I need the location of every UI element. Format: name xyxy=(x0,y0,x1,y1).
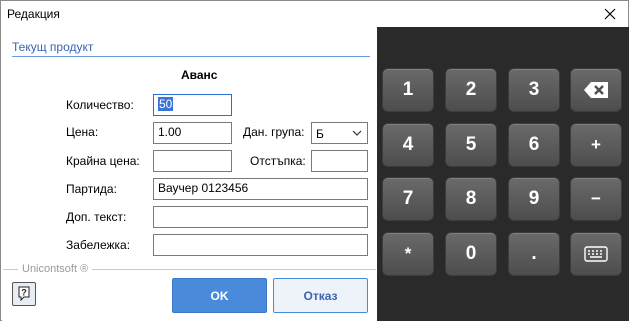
tax-group-label: Дан. група: xyxy=(243,125,305,139)
keyboard-icon xyxy=(584,246,608,262)
title-bar: Редакция xyxy=(1,1,628,27)
edit-dialog: Редакция Текущ продукт Аванс Количество:… xyxy=(0,0,629,321)
key-asterisk[interactable]: * xyxy=(382,232,434,276)
price-field[interactable]: 1.00 xyxy=(153,122,232,144)
key-7[interactable]: 7 xyxy=(382,177,434,221)
quantity-field[interactable]: 50 xyxy=(153,94,232,116)
tax-group-value: Б xyxy=(316,127,324,141)
numeric-keypad: 1 2 3 4 5 6 + 7 8 9 − * 0 . xyxy=(377,27,629,321)
key-4[interactable]: 4 xyxy=(382,123,434,167)
key-5[interactable]: 5 xyxy=(445,123,497,167)
key-8[interactable]: 8 xyxy=(445,177,497,221)
batch-value: Ваучер 0123456 xyxy=(158,181,249,195)
key-3[interactable]: 3 xyxy=(508,68,560,112)
final-price-field[interactable] xyxy=(153,150,232,172)
key-plus[interactable]: + xyxy=(570,123,622,167)
current-product-link[interactable]: Текущ продукт xyxy=(12,40,93,54)
discount-label: Отстъпка: xyxy=(250,154,306,168)
discount-field[interactable] xyxy=(311,150,368,172)
help-icon: ? xyxy=(18,286,30,302)
batch-label: Партида: xyxy=(66,182,117,196)
key-dot[interactable]: . xyxy=(508,232,560,276)
divider xyxy=(12,56,370,57)
extra-text-field[interactable] xyxy=(153,206,368,228)
key-6[interactable]: 6 xyxy=(508,123,560,167)
note-field[interactable] xyxy=(153,234,368,256)
note-label: Забележка: xyxy=(66,238,131,252)
price-label: Цена: xyxy=(66,125,99,139)
keyboard-key[interactable] xyxy=(570,232,622,276)
svg-text:?: ? xyxy=(21,288,27,298)
key-0[interactable]: 0 xyxy=(445,232,497,276)
key-9[interactable]: 9 xyxy=(508,177,560,221)
backspace-key[interactable] xyxy=(570,68,622,112)
quantity-value: 50 xyxy=(158,97,174,111)
extra-text-label: Доп. текст: xyxy=(66,210,127,224)
tax-group-select[interactable]: Б xyxy=(311,122,368,144)
window-title: Редакция xyxy=(7,7,60,21)
price-value: 1.00 xyxy=(158,125,182,139)
final-price-label: Крайна цена: xyxy=(66,154,140,168)
close-button[interactable] xyxy=(596,2,624,26)
chevron-down-icon xyxy=(352,130,362,136)
form-pane: Текущ продукт Аванс Количество: 50 Цена:… xyxy=(2,27,377,321)
key-1[interactable]: 1 xyxy=(382,68,434,112)
help-button[interactable]: ? xyxy=(12,282,36,306)
backspace-icon xyxy=(584,82,608,98)
key-minus[interactable]: − xyxy=(570,177,622,221)
close-icon xyxy=(604,8,616,20)
quantity-label: Количество: xyxy=(66,98,134,112)
batch-field[interactable]: Ваучер 0123456 xyxy=(153,178,368,200)
ok-button[interactable]: OK xyxy=(172,278,267,313)
cancel-button[interactable]: Отказ xyxy=(273,278,368,313)
item-heading: Аванс xyxy=(181,68,218,82)
key-2[interactable]: 2 xyxy=(445,68,497,112)
brand-label: Unicontsoft ® xyxy=(18,263,93,275)
